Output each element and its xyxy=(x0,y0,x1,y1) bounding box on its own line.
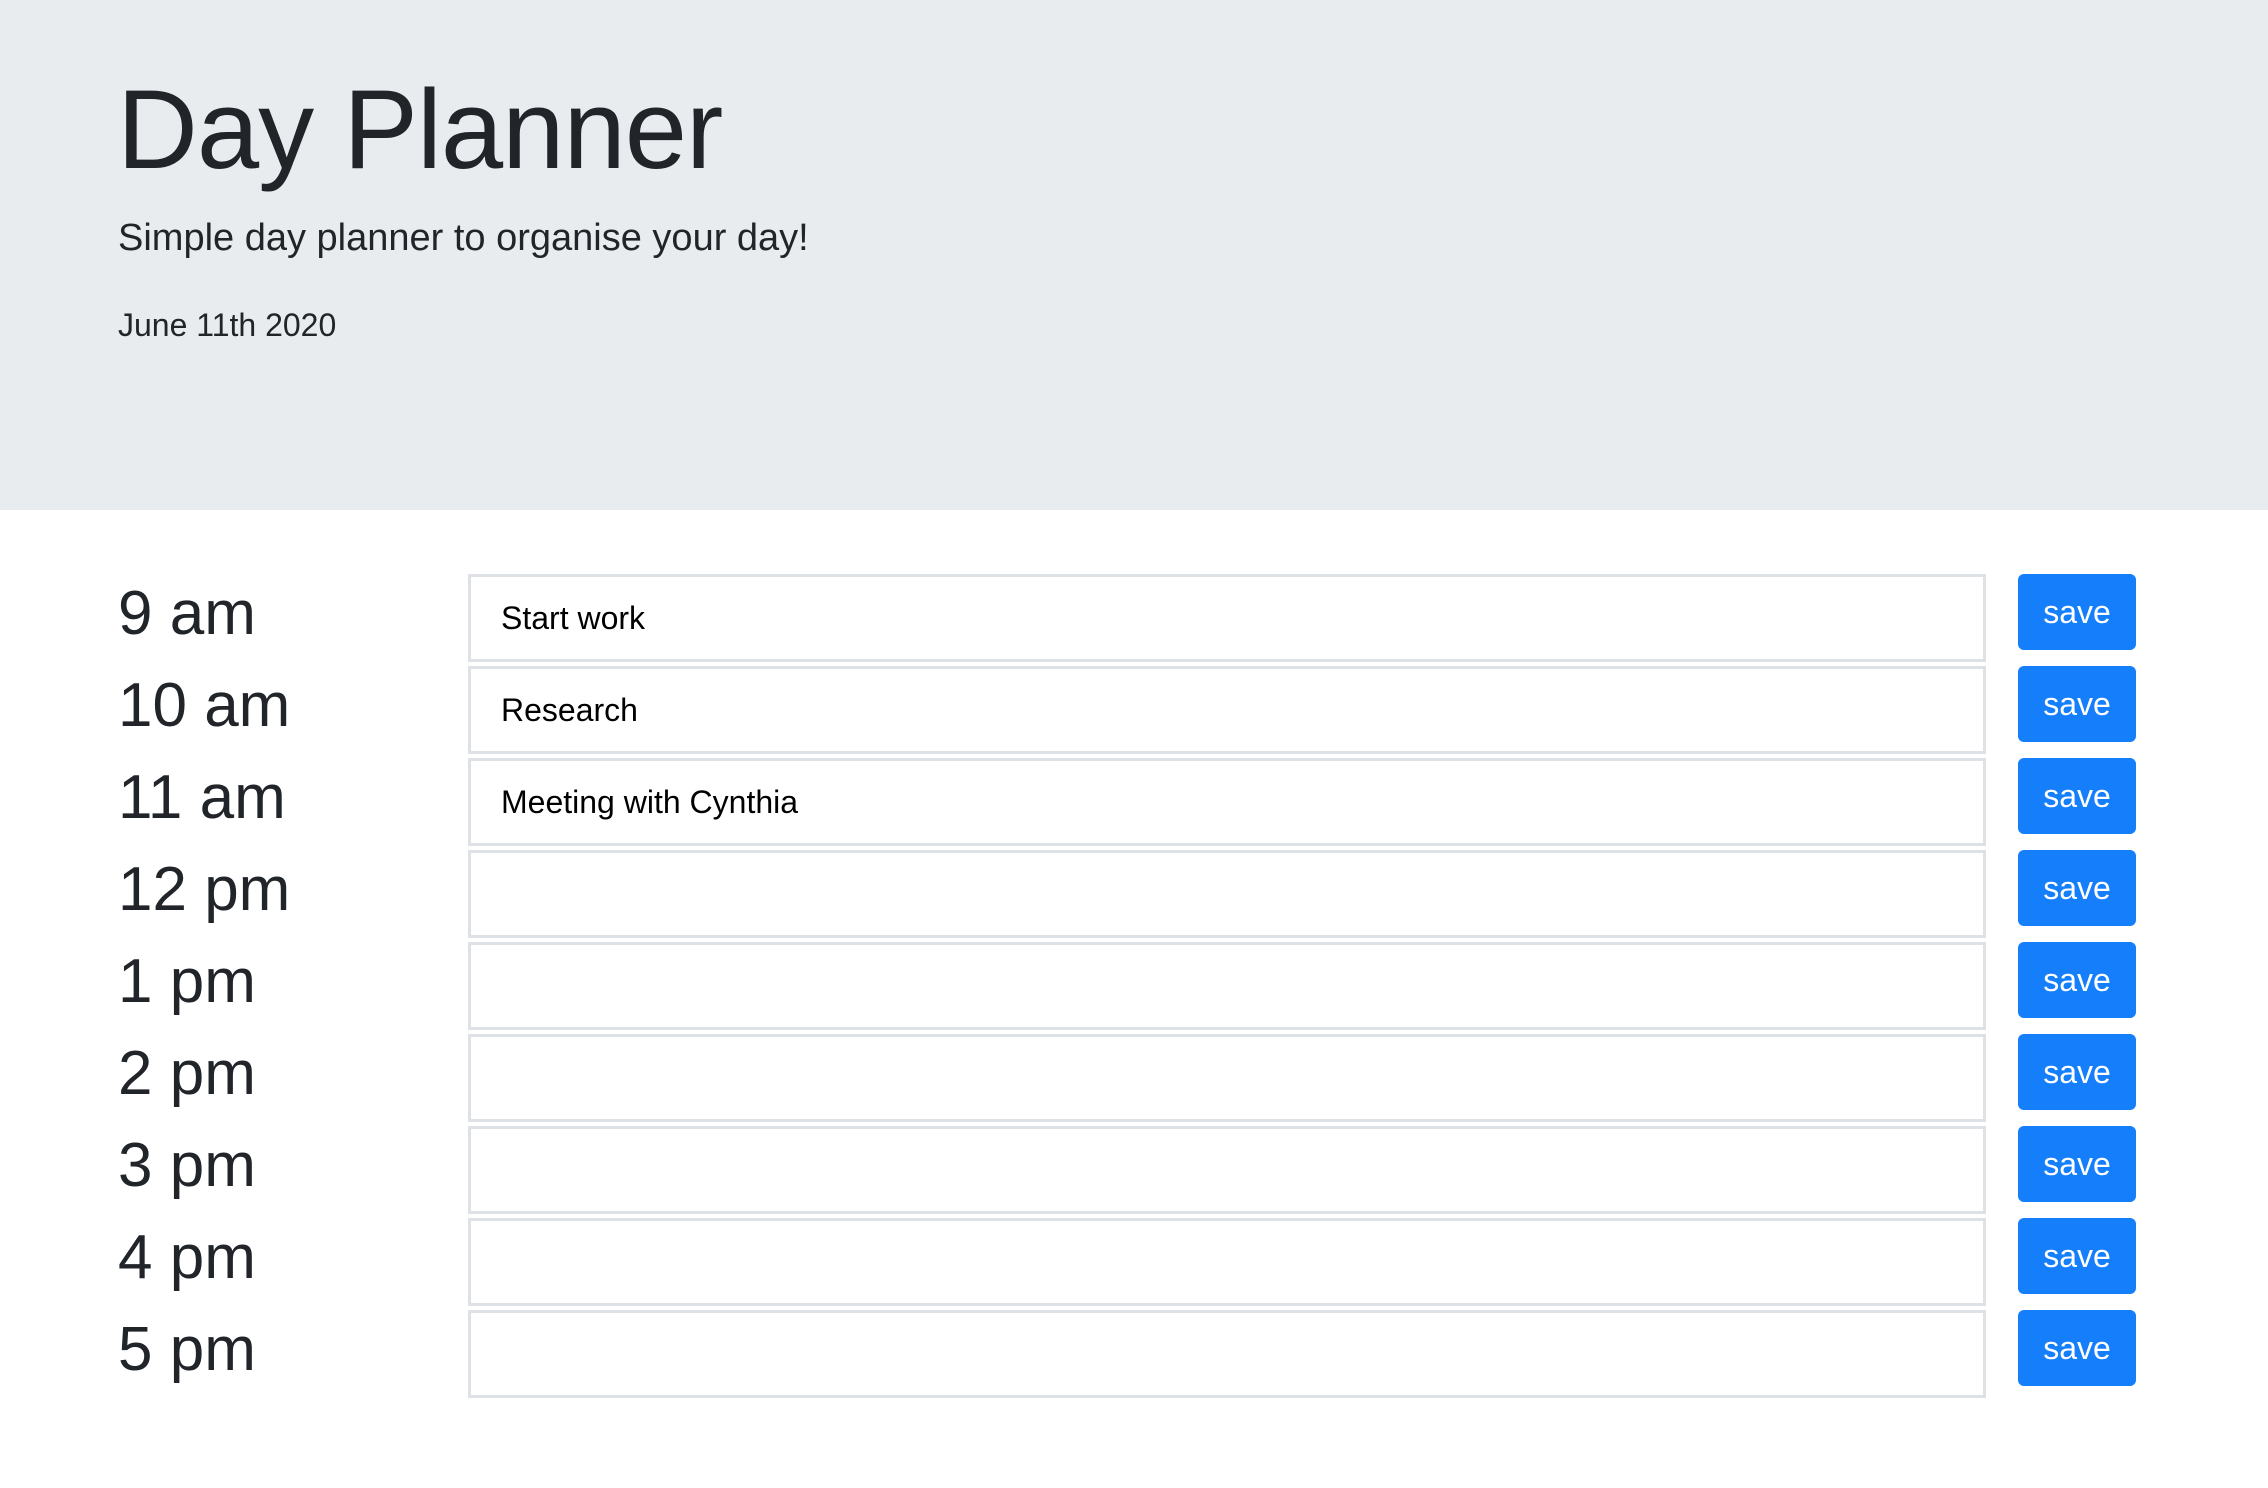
save-button[interactable]: save xyxy=(2018,850,2136,926)
task-input[interactable] xyxy=(468,574,1986,662)
page-title: Day Planner xyxy=(117,67,723,192)
timeblock-row: 1 pm save xyxy=(0,942,2268,1034)
timeblock-row: 9 am save xyxy=(0,574,2268,666)
task-input[interactable] xyxy=(468,850,1986,938)
task-input[interactable] xyxy=(468,1310,1986,1398)
save-button[interactable]: save xyxy=(2018,574,2136,650)
header-jumbotron: Day Planner Simple day planner to organi… xyxy=(0,0,2268,510)
hour-label: 1 pm xyxy=(118,947,256,1016)
save-button[interactable]: save xyxy=(2018,1310,2136,1386)
task-input[interactable] xyxy=(468,758,1986,846)
task-input[interactable] xyxy=(468,942,1986,1030)
hour-label: 4 pm xyxy=(118,1223,256,1292)
timeblock-row: 2 pm save xyxy=(0,1034,2268,1126)
task-input[interactable] xyxy=(468,1126,1986,1214)
save-button[interactable]: save xyxy=(2018,666,2136,742)
timeblock-row: 5 pm save xyxy=(0,1310,2268,1402)
save-button[interactable]: save xyxy=(2018,1218,2136,1294)
task-input[interactable] xyxy=(468,1034,1986,1122)
save-button[interactable]: save xyxy=(2018,1034,2136,1110)
hour-label: 11 am xyxy=(118,763,286,832)
hour-label: 10 am xyxy=(118,671,291,740)
timeblock-row: 4 pm save xyxy=(0,1218,2268,1310)
task-input[interactable] xyxy=(468,666,1986,754)
timeblock-row: 11 am save xyxy=(0,758,2268,850)
timeblock-row: 3 pm save xyxy=(0,1126,2268,1218)
save-button[interactable]: save xyxy=(2018,758,2136,834)
task-input[interactable] xyxy=(468,1218,1986,1306)
hour-label: 9 am xyxy=(118,579,256,648)
current-date: June 11th 2020 xyxy=(118,307,337,343)
hour-label: 3 pm xyxy=(118,1131,256,1200)
page-subtitle: Simple day planner to organise your day! xyxy=(118,217,809,259)
hour-label: 12 pm xyxy=(118,855,291,924)
hour-label: 5 pm xyxy=(118,1315,256,1384)
timeblock-row: 10 am save xyxy=(0,666,2268,758)
hour-label: 2 pm xyxy=(118,1039,256,1108)
save-button[interactable]: save xyxy=(2018,1126,2136,1202)
timeblock-row: 12 pm save xyxy=(0,850,2268,942)
save-button[interactable]: save xyxy=(2018,942,2136,1018)
